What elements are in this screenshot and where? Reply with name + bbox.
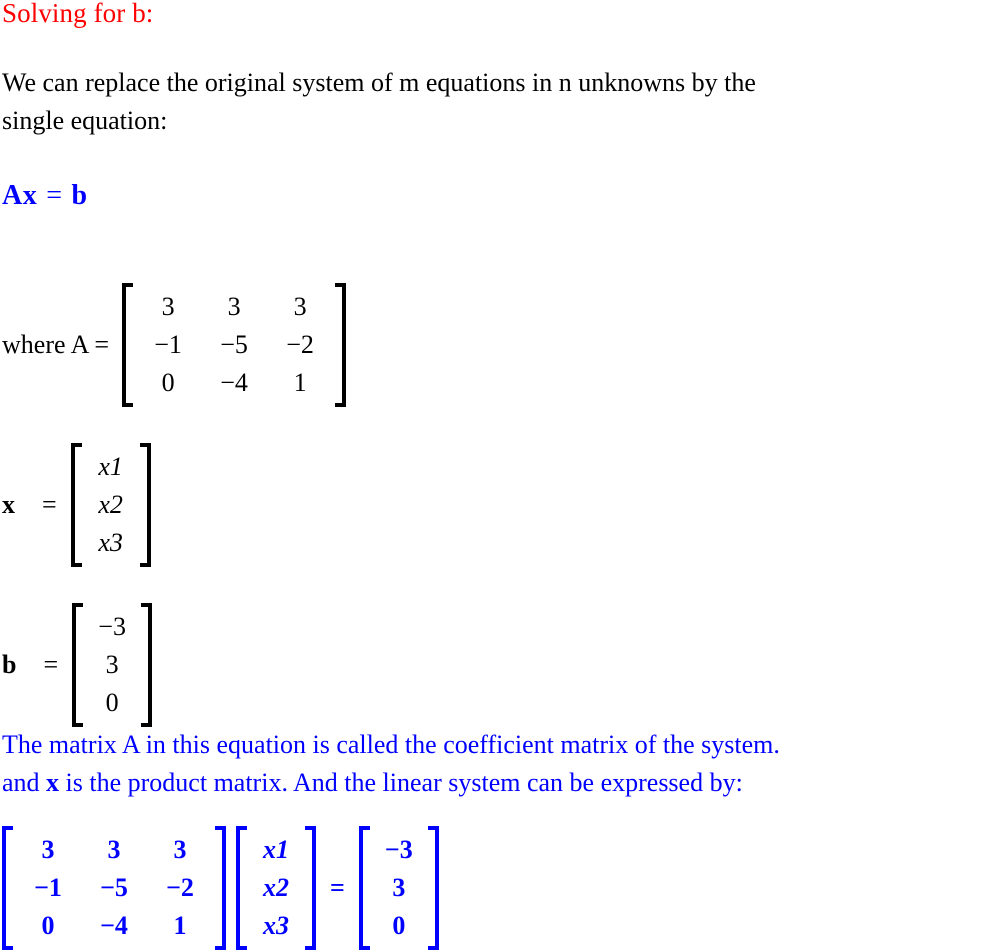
matrix-cell: 3 xyxy=(173,835,187,864)
right-bracket-icon xyxy=(303,826,316,950)
matrix-row: x2 xyxy=(253,869,299,907)
coefficient-paragraph-line-2-post: is the product matrix. And the linear sy… xyxy=(59,768,743,797)
document-page: Solving for b: We can replace the origin… xyxy=(0,0,997,950)
matrix-cell: 3 xyxy=(293,292,307,321)
matrix-cell: x1 xyxy=(98,452,123,481)
left-bracket-icon xyxy=(72,603,85,727)
matrix-row: x2 xyxy=(88,486,134,524)
system-constant-body: −3 3 0 xyxy=(372,826,426,950)
equation-vector-b: b = −3 3 0 xyxy=(2,603,153,727)
left-bracket-icon xyxy=(2,826,15,950)
matrix-symbol-a: A xyxy=(2,180,23,211)
coefficient-paragraph-line-2-pre: and xyxy=(2,768,47,797)
matrix-cell: x3 xyxy=(263,911,289,940)
system-coefficient-body: 3 3 3 −1 −5 −2 0 −4 1 xyxy=(15,826,213,950)
matrix-row: 0 xyxy=(89,684,135,722)
matrix-row: 3 3 3 xyxy=(19,831,209,869)
right-bracket-icon xyxy=(426,826,439,950)
matrix-a-body: 3 3 3 −1 −5 −2 0 −4 1 xyxy=(135,283,333,407)
vector-symbol-x: x xyxy=(22,180,38,211)
right-bracket-icon xyxy=(139,603,153,727)
left-bracket-icon xyxy=(70,443,84,567)
right-bracket-icon xyxy=(213,826,226,950)
equation-vector-x: x = x1 x2 x3 xyxy=(2,443,151,567)
left-bracket-icon xyxy=(122,283,135,407)
equals-sign: = xyxy=(43,650,59,679)
vector-x-body: x1 x2 x3 xyxy=(84,443,138,567)
matrix-cell: 0 xyxy=(105,688,119,717)
matrix-cell: 3 xyxy=(41,835,55,864)
matrix-cell: −3 xyxy=(98,612,126,641)
matrix-row: 3 3 3 xyxy=(139,288,329,326)
matrix-row: x3 xyxy=(253,907,299,945)
equals-sign: = xyxy=(42,490,57,519)
matrix-cell: 3 xyxy=(161,292,175,321)
matrix-cell: −3 xyxy=(384,835,413,864)
matrix-a-label: where A = xyxy=(2,330,110,359)
intro-paragraph-line-2: single equation: xyxy=(2,106,168,135)
matrix-row: 3 xyxy=(89,646,135,684)
coefficient-matrix-paragraph: The matrix A in this equation is called … xyxy=(2,726,995,802)
equation-linear-system: 3 3 3 −1 −5 −2 0 −4 1 x1 x2 x3 = −3 3 0 xyxy=(2,826,439,950)
matrix-cell: −1 xyxy=(34,873,62,902)
system-unknown-vector: x1 x2 x3 xyxy=(236,826,316,950)
matrix-cell: x2 xyxy=(98,490,123,519)
matrix-cell: −4 xyxy=(220,368,248,397)
equals-sign: = xyxy=(330,873,345,902)
matrix-cell: x3 xyxy=(98,528,123,557)
right-bracket-icon xyxy=(333,283,347,407)
matrix-cell: 0 xyxy=(161,368,175,397)
equation-matrix-a: where A = 3 3 3 −1 −5 −2 0 −4 1 xyxy=(2,283,347,407)
matrix-cell: x2 xyxy=(263,873,289,902)
inline-vector-x: x xyxy=(46,768,60,797)
matrix-cell: 3 xyxy=(392,873,406,902)
page-title: Solving for b: xyxy=(2,0,154,28)
matrix-cell: 3 xyxy=(105,650,119,679)
equals-sign: = xyxy=(46,180,63,211)
matrix-row: 0 −4 1 xyxy=(139,364,329,402)
system-constant-vector: −3 3 0 xyxy=(358,826,439,950)
matrix-cell: −2 xyxy=(286,330,314,359)
matrix-cell: −1 xyxy=(154,330,182,359)
vector-b-bracketed: −3 3 0 xyxy=(72,603,153,727)
matrix-row: −3 xyxy=(376,831,422,869)
matrix-cell: 0 xyxy=(41,911,55,940)
matrix-cell: −4 xyxy=(100,911,128,940)
matrix-a-bracketed: 3 3 3 −1 −5 −2 0 −4 1 xyxy=(122,283,347,407)
coefficient-paragraph-line-1: The matrix A in this equation is called … xyxy=(2,730,780,759)
matrix-row: −1 −5 −2 xyxy=(19,869,209,907)
matrix-cell: 1 xyxy=(293,368,307,397)
matrix-row: 0 xyxy=(376,907,422,945)
matrix-cell: 1 xyxy=(173,911,187,940)
matrix-row: x1 xyxy=(88,448,134,486)
intro-paragraph: We can replace the original system of m … xyxy=(2,64,995,140)
vector-symbol-b: b xyxy=(71,180,88,211)
matrix-cell: 3 xyxy=(107,835,121,864)
vector-b-body: −3 3 0 xyxy=(85,603,139,727)
matrix-row: 0 −4 1 xyxy=(19,907,209,945)
matrix-cell: −5 xyxy=(100,873,128,902)
matrix-cell: −5 xyxy=(220,330,248,359)
system-coefficient-matrix: 3 3 3 −1 −5 −2 0 −4 1 xyxy=(2,826,226,950)
matrix-row: −1 −5 −2 xyxy=(139,326,329,364)
coefficient-paragraph-line-2: and x is the product matrix. And the lin… xyxy=(2,764,995,802)
vector-x-bracketed: x1 x2 x3 xyxy=(70,443,151,567)
left-bracket-icon xyxy=(236,826,249,950)
matrix-row: 3 xyxy=(376,869,422,907)
system-unknown-body: x1 x2 x3 xyxy=(249,826,303,950)
matrix-cell: x1 xyxy=(263,835,289,864)
right-bracket-icon xyxy=(138,443,151,567)
left-bracket-icon xyxy=(358,826,372,950)
equation-ax-equals-b: Ax = b xyxy=(2,180,88,212)
vector-b-label: b xyxy=(2,650,17,679)
matrix-cell: −2 xyxy=(166,873,194,902)
matrix-row: x1 xyxy=(253,831,299,869)
vector-x-label: x xyxy=(2,490,15,519)
matrix-row: x3 xyxy=(88,524,134,562)
intro-paragraph-line-1: We can replace the original system of m … xyxy=(2,68,756,97)
matrix-cell: 3 xyxy=(227,292,241,321)
matrix-row: −3 xyxy=(89,608,135,646)
matrix-cell: 0 xyxy=(392,911,406,940)
